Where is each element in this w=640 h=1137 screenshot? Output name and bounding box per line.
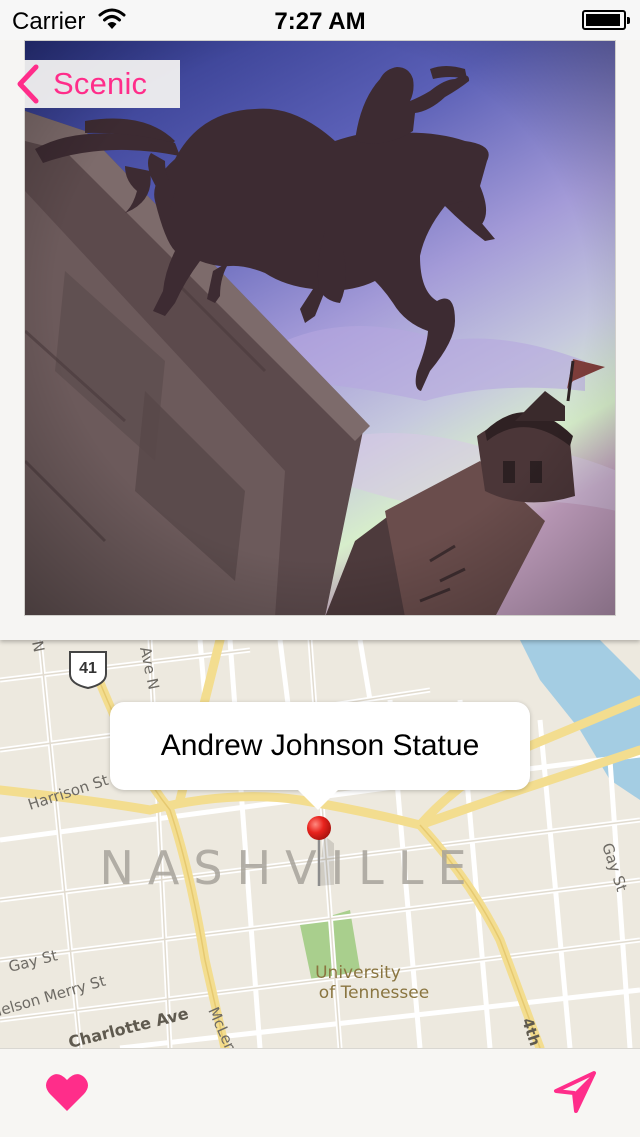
poi-label-university: University [315,963,401,983]
map-pin-icon[interactable] [304,814,334,890]
photo-card [0,40,640,640]
heart-icon[interactable] [44,1071,90,1115]
status-time: 7:27 AM [274,8,366,35]
route-shield-label: 41 [79,660,97,677]
map-callout-tail [296,788,340,810]
city-label: NASHVILLE [99,841,480,895]
statue-photo-image [25,41,615,615]
location-arrow-icon[interactable] [552,1069,598,1115]
status-bar: Carrier 7:27 AM [0,0,640,40]
statue-photo[interactable] [24,40,616,616]
back-button[interactable]: Scenic [0,60,180,108]
map-callout[interactable]: Andrew Johnson Statue [110,702,530,790]
bottom-toolbar [0,1048,640,1137]
chevron-left-icon [17,64,39,104]
back-button-label: Scenic [53,66,148,101]
battery-level [586,14,620,26]
poi-label-tennessee: of Tennessee [319,983,429,1003]
battery-icon [582,10,630,30]
